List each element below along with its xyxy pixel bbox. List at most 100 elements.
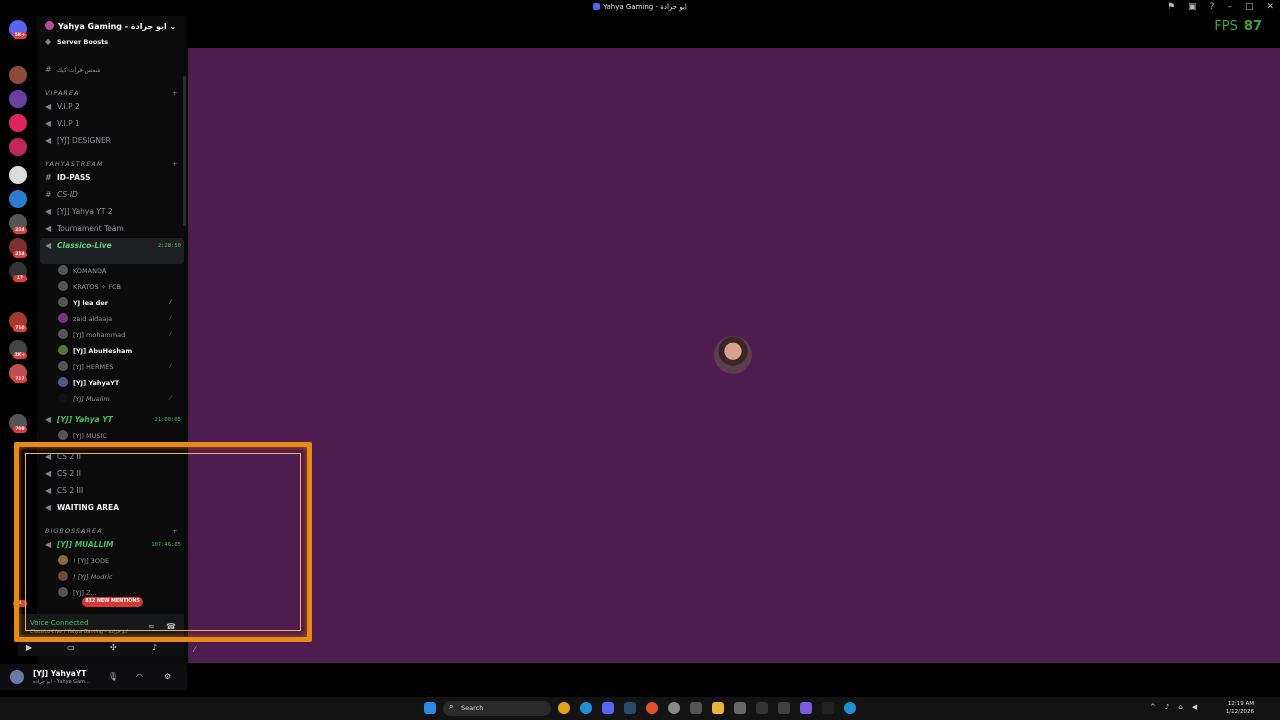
server-icon[interactable] — [9, 166, 27, 184]
gear-icon[interactable]: ⚙ — [164, 672, 171, 681]
rail-badge: 717 — [13, 376, 27, 383]
window-controls: ⚑ ▣ ? – □ ✕ — [1167, 2, 1274, 12]
voice-user[interactable]: [YJ] Mualim ⁄ — [58, 392, 178, 406]
hash-icon: # — [45, 173, 52, 182]
avatar — [58, 345, 68, 355]
chrome-icon[interactable] — [558, 702, 570, 714]
category-stream[interactable]: YAHYASTREAM + — [45, 160, 177, 168]
voice-user[interactable]: [YJ] mohammad ⁄ — [58, 328, 178, 342]
channel-voice[interactable]: ◀ V.I.P 1 — [45, 117, 185, 131]
deafened-icon: ⁄ — [170, 395, 172, 402]
screen: Yahya Gaming - ابو جرادة ⚑ ▣ ? – □ ✕ FPS… — [0, 0, 1280, 720]
server-icon[interactable] — [9, 66, 27, 84]
stream-stage[interactable] — [188, 48, 1280, 663]
maximize-button[interactable]: □ — [1245, 2, 1254, 12]
voice-user[interactable]: KOMANDA — [58, 264, 178, 278]
speaker-icon: ◀ — [45, 224, 52, 233]
screen-icon[interactable]: ▣ — [1188, 2, 1197, 12]
add-channel-icon[interactable]: + — [172, 160, 178, 168]
chevron-up-icon[interactable]: ^ — [1150, 703, 1156, 711]
microphone-icon[interactable]: 🎙 — [108, 672, 118, 681]
search-box[interactable]: ⌕ Search — [443, 701, 551, 716]
app-icon[interactable] — [778, 702, 790, 714]
muted-mic-icon: ⁄ — [194, 645, 196, 654]
voice-user[interactable]: zaid aldaaja ⁄ — [58, 312, 178, 326]
discord-icon[interactable] — [602, 702, 614, 714]
add-channel-icon[interactable]: + — [172, 89, 178, 97]
muted-mic-icon: ⁄ — [170, 363, 172, 370]
inbox-icon[interactable]: ⚑ — [1167, 2, 1175, 12]
help-icon[interactable]: ? — [1210, 2, 1215, 12]
voice-timer: 2:28:50 — [157, 243, 181, 249]
fps-counter: FPS 87 — [1214, 19, 1262, 34]
rail-badge: 234 — [13, 227, 27, 234]
activities-icon[interactable]: ✣ — [110, 643, 117, 652]
chevron-down-icon: ⌄ — [166, 22, 177, 31]
server-icon[interactable] — [9, 114, 27, 132]
steam-icon[interactable] — [624, 702, 636, 714]
server-boosts[interactable]: ◆ Server Boosts — [45, 35, 185, 49]
edge-icon[interactable] — [580, 702, 592, 714]
system-tray: ^ ♪ ⌂ ◀ — [1150, 703, 1197, 711]
channel-scrollbar[interactable] — [183, 76, 186, 226]
edge-icon[interactable] — [844, 702, 856, 714]
voice-user[interactable]: [YJ] YahyaYT — [58, 376, 178, 390]
rail-badge: 2K+ — [13, 352, 27, 359]
screen-share-icon[interactable]: ▭ — [67, 643, 75, 652]
soundboard-icon[interactable]: ♪ — [152, 643, 157, 652]
minimize-button[interactable]: – — [1227, 2, 1232, 12]
category-vip[interactable]: VIPAREA + — [45, 89, 177, 97]
server-icon[interactable] — [9, 90, 27, 108]
network-icon[interactable]: ⌂ — [1178, 703, 1182, 711]
window-title: Yahya Gaming - ابو جرادة — [0, 3, 1280, 11]
username[interactable]: [YJ] YahyaYT — [33, 669, 86, 678]
channel-voice[interactable]: ◀ V.I.P 2 — [45, 100, 185, 114]
app-icon[interactable] — [800, 702, 812, 714]
app-icon[interactable] — [690, 702, 702, 714]
hash-icon: # — [45, 190, 52, 199]
voice-user[interactable]: [YJ] AbuHesham — [58, 344, 178, 358]
channel-text[interactable]: # شمس-قرأت-كبك — [45, 63, 185, 77]
clock[interactable]: 12:19 AM 1/12/2026 — [1226, 700, 1254, 716]
voice-user[interactable]: [YJ] HERMES ⁄ — [58, 360, 178, 374]
channel-voice[interactable]: ◀ [YJ] DESIGNER — [45, 134, 185, 148]
file-explorer-icon[interactable] — [712, 702, 724, 714]
speaker-icon: ◀ — [45, 241, 52, 250]
avatar — [58, 281, 68, 291]
overlay-inner-border — [25, 453, 301, 631]
headphones-icon[interactable]: ◠ — [136, 672, 143, 681]
start-icon[interactable] — [424, 702, 436, 714]
rail-badge: 5K+ — [13, 32, 27, 39]
voice-user[interactable]: KRATOS ✧ FCB — [58, 280, 178, 294]
voice-actions: ▶ ▭ ✣ ♪ — [18, 642, 184, 656]
terminal-icon[interactable] — [822, 702, 834, 714]
channel-voice[interactable]: ◀ [YJ] Yahya YT 2 — [45, 205, 185, 219]
stream-overlay-frame — [14, 442, 312, 642]
camera-icon[interactable]: ▶ — [26, 643, 32, 652]
channel-text[interactable]: # CS-ID — [45, 188, 185, 202]
voice-timer: 21:00:05 — [154, 417, 182, 423]
app-icon[interactable] — [668, 702, 680, 714]
taskbar: ⌕ Search ^ ♪ ⌂ ◀ 12:19 AM 1/12/2026 — [0, 697, 1280, 720]
app-icon[interactable] — [646, 702, 658, 714]
avatar[interactable] — [10, 670, 24, 684]
store-icon[interactable] — [734, 702, 746, 714]
avatar — [58, 329, 68, 339]
muted-mic-icon: ⁄ — [170, 299, 172, 306]
speaker-icon: ◀ — [45, 207, 52, 216]
voice-user[interactable]: YJ lea der ⁄ — [58, 296, 178, 310]
rail-badge: 214 — [13, 251, 27, 258]
avatar — [58, 361, 68, 371]
speaker-icon[interactable]: ◀ — [1192, 703, 1197, 711]
server-icon[interactable] — [9, 190, 27, 208]
channel-voice[interactable]: ◀ Tournament Team — [45, 222, 185, 236]
voice-user[interactable]: [YJ] MUSIC — [58, 429, 178, 443]
close-button[interactable]: ✕ — [1266, 2, 1274, 12]
speaker-icon: ◀ — [45, 136, 52, 145]
server-icon[interactable] — [9, 138, 27, 156]
microphone-icon[interactable]: ♪ — [1165, 703, 1169, 711]
hash-icon: # — [45, 65, 52, 74]
speaker-avatar — [714, 336, 752, 374]
channel-text[interactable]: # ID-PASS — [45, 171, 185, 185]
app-icon[interactable] — [756, 702, 768, 714]
